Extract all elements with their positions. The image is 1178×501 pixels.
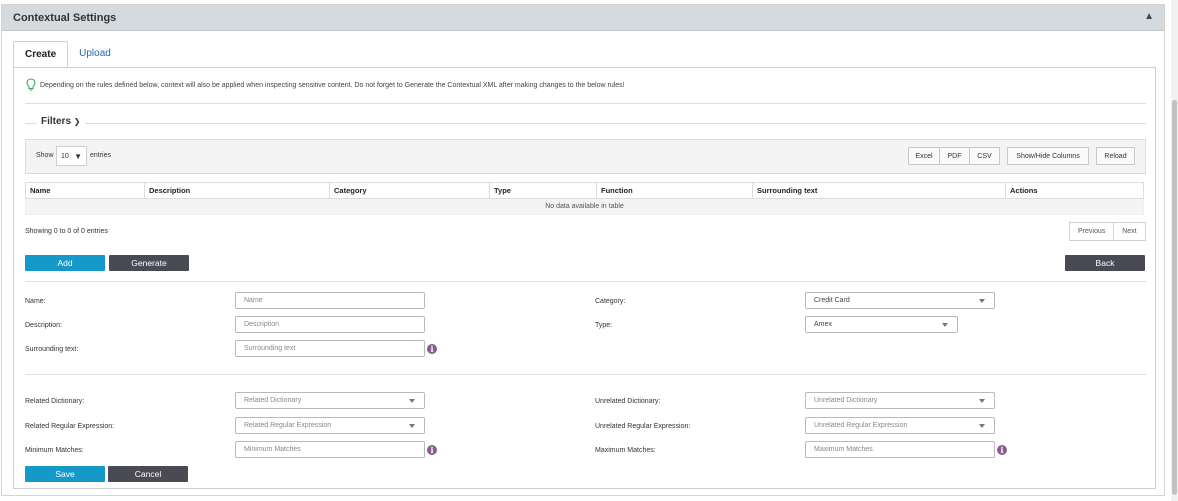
name-placeholder: Name bbox=[244, 297, 263, 304]
divider bbox=[25, 374, 1146, 375]
back-button[interactable]: Back bbox=[1065, 255, 1145, 271]
show-hide-columns-button[interactable]: Show/Hide Columns bbox=[1007, 147, 1089, 165]
related-regex-placeholder: Related Regular Expression bbox=[244, 422, 332, 429]
caret-down-icon bbox=[942, 323, 948, 327]
pagination: Previous Next bbox=[1069, 222, 1146, 241]
maximum-matches-label: Maximum Matches: bbox=[595, 447, 656, 454]
description-input[interactable]: Description bbox=[235, 316, 425, 333]
entries-label: entries bbox=[90, 152, 112, 159]
minimum-matches-placeholder: Minimum Matches bbox=[244, 446, 301, 453]
caret-down-icon: ▼ bbox=[74, 152, 82, 161]
name-input[interactable]: Name bbox=[235, 292, 425, 309]
add-button[interactable]: Add bbox=[25, 255, 105, 271]
scrollbar-thumb[interactable] bbox=[1172, 100, 1177, 495]
type-value: Amex bbox=[814, 321, 832, 328]
related-regex-select[interactable]: Related Regular Expression bbox=[235, 417, 425, 434]
pagination-info: Showing 0 to 0 of 0 entries bbox=[25, 228, 108, 235]
surrounding-text-label: Surrounding text: bbox=[25, 346, 79, 353]
related-dictionary-label: Related Dictionary: bbox=[25, 398, 85, 405]
unrelated-regex-select[interactable]: Unrelated Regular Expression bbox=[805, 417, 995, 434]
reload-button[interactable]: Reload bbox=[1096, 147, 1135, 165]
minimum-matches-input[interactable]: Minimum Matches bbox=[235, 441, 425, 458]
info-icon[interactable]: i bbox=[427, 445, 437, 455]
tab-bar: Create Upload bbox=[13, 41, 122, 68]
category-label: Category: bbox=[595, 298, 626, 305]
lightbulb-icon bbox=[26, 78, 36, 91]
caret-down-icon bbox=[979, 299, 985, 303]
surrounding-text-input[interactable]: Surrounding text bbox=[235, 340, 425, 357]
column-header-actions[interactable]: Actions bbox=[1005, 182, 1144, 199]
type-select[interactable]: Amex bbox=[805, 316, 958, 333]
category-select[interactable]: Credit Card bbox=[805, 292, 995, 309]
column-header-type[interactable]: Type bbox=[489, 182, 597, 199]
caret-down-icon bbox=[409, 424, 415, 428]
related-regex-label: Related Regular Expression: bbox=[25, 423, 115, 430]
contextual-settings-panel: Contextual Settings ▲ Create Upload Depe… bbox=[1, 4, 1165, 496]
related-dictionary-placeholder: Related Dictionary bbox=[244, 397, 302, 404]
cancel-button[interactable]: Cancel bbox=[108, 466, 188, 482]
excel-button[interactable]: Excel bbox=[908, 147, 940, 165]
entries-value: 10 bbox=[61, 152, 69, 160]
generate-button[interactable]: Generate bbox=[109, 255, 189, 271]
caret-down-icon bbox=[979, 399, 985, 403]
minimum-matches-label: Minimum Matches: bbox=[25, 447, 84, 454]
chevron-down-icon: ❯ bbox=[73, 117, 81, 126]
next-page-button[interactable]: Next bbox=[1113, 223, 1144, 240]
unrelated-dictionary-label: Unrelated Dictionary: bbox=[595, 398, 661, 405]
filters-rule bbox=[25, 123, 1146, 124]
surrounding-text-placeholder: Surrounding text bbox=[244, 345, 296, 352]
table-header-row: Name Description Category Type Function … bbox=[25, 182, 1144, 199]
entries-select[interactable]: 10 ▼ bbox=[56, 146, 87, 166]
csv-button[interactable]: CSV bbox=[969, 147, 1000, 165]
info-message: Depending on the rules defined below, co… bbox=[26, 78, 625, 92]
unrelated-dictionary-select[interactable]: Unrelated Dictionary bbox=[805, 392, 995, 409]
description-label: Description: bbox=[25, 322, 62, 329]
create-tab-content: Depending on the rules defined below, co… bbox=[13, 67, 1156, 489]
column-header-description[interactable]: Description bbox=[144, 182, 330, 199]
divider bbox=[25, 281, 1146, 282]
unrelated-regex-label: Unrelated Regular Expression: bbox=[595, 423, 691, 430]
panel-header[interactable]: Contextual Settings ▲ bbox=[2, 5, 1164, 31]
show-label: Show bbox=[36, 152, 54, 159]
previous-page-button[interactable]: Previous bbox=[1070, 223, 1113, 240]
tab-upload[interactable]: Upload bbox=[68, 41, 122, 68]
divider bbox=[25, 103, 1146, 104]
empty-table-message: No data available in table bbox=[25, 198, 1144, 215]
page-scrollbar[interactable] bbox=[1171, 0, 1178, 501]
rules-table: Name Description Category Type Function … bbox=[25, 182, 1144, 215]
description-placeholder: Description bbox=[244, 321, 280, 328]
column-header-name[interactable]: Name bbox=[25, 182, 145, 199]
column-header-function[interactable]: Function bbox=[596, 182, 753, 199]
related-dictionary-select[interactable]: Related Dictionary bbox=[235, 392, 425, 409]
type-label: Type: bbox=[595, 322, 613, 329]
panel-title: Contextual Settings bbox=[13, 11, 117, 24]
maximum-matches-placeholder: Maximum Matches bbox=[814, 446, 873, 453]
pdf-button[interactable]: PDF bbox=[939, 147, 970, 165]
column-header-surrounding-text[interactable]: Surrounding text bbox=[752, 182, 1006, 199]
info-text: Depending on the rules defined below, co… bbox=[40, 81, 625, 89]
column-header-category[interactable]: Category bbox=[329, 182, 490, 199]
filters-toggle[interactable]: Filters ❯ bbox=[37, 116, 85, 127]
category-value: Credit Card bbox=[814, 297, 850, 304]
unrelated-dictionary-placeholder: Unrelated Dictionary bbox=[814, 397, 878, 404]
table-toolbar: Show 10 ▼ entries Excel PDF CSV Show/Hid… bbox=[25, 139, 1146, 174]
unrelated-regex-placeholder: Unrelated Regular Expression bbox=[814, 422, 908, 429]
name-label: Name: bbox=[25, 298, 46, 305]
tab-create[interactable]: Create bbox=[13, 41, 69, 68]
info-icon[interactable]: i bbox=[997, 445, 1007, 455]
filters-label: Filters bbox=[41, 116, 72, 127]
info-icon[interactable]: i bbox=[427, 344, 437, 354]
save-button[interactable]: Save bbox=[25, 466, 105, 482]
maximum-matches-input[interactable]: Maximum Matches bbox=[805, 441, 995, 458]
chevron-up-icon[interactable]: ▲ bbox=[1144, 11, 1154, 22]
caret-down-icon bbox=[979, 424, 985, 428]
caret-down-icon bbox=[409, 399, 415, 403]
table-row: No data available in table bbox=[25, 198, 1144, 215]
